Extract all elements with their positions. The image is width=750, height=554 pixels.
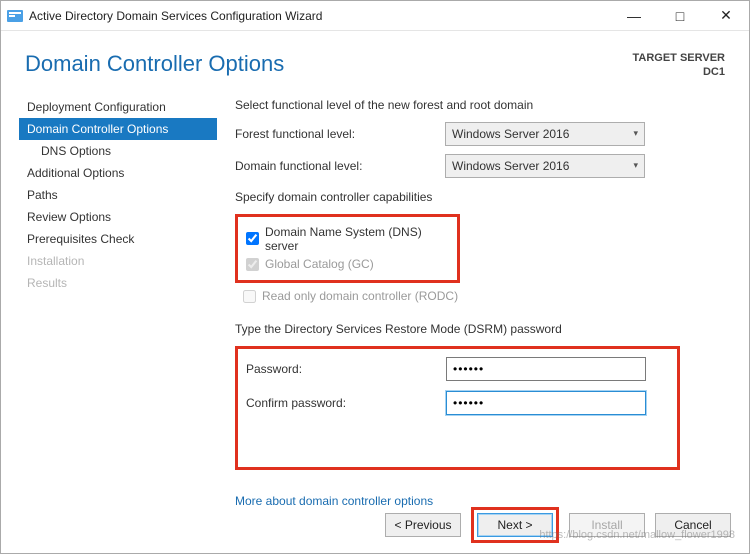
password-row: Password:: [246, 357, 665, 381]
app-icon: [7, 8, 23, 24]
minimize-button[interactable]: —: [611, 1, 657, 31]
forest-level-row: Forest functional level: Windows Server …: [235, 122, 725, 146]
confirm-password-row: Confirm password:: [246, 391, 665, 415]
nav-dns-options[interactable]: DNS Options: [19, 140, 217, 162]
wizard-sidebar: Deployment Configuration Domain Controll…: [1, 96, 217, 518]
gc-checkbox: [246, 258, 259, 271]
more-about-link[interactable]: More about domain controller options: [235, 494, 433, 508]
close-button[interactable]: ✕: [703, 1, 749, 31]
forest-level-dropdown[interactable]: Windows Server 2016 ▾: [445, 122, 645, 146]
next-button-highlight: Next >: [471, 507, 559, 543]
dsrm-label: Type the Directory Services Restore Mode…: [235, 322, 725, 336]
forest-level-value: Windows Server 2016: [452, 127, 569, 141]
nav-deployment-configuration[interactable]: Deployment Configuration: [19, 96, 217, 118]
nav-prerequisites-check[interactable]: Prerequisites Check: [19, 228, 217, 250]
wizard-footer: < Previous Next > Install Cancel: [385, 507, 731, 543]
nav-additional-options[interactable]: Additional Options: [19, 162, 217, 184]
rodc-checkbox-row: Read only domain controller (RODC): [235, 287, 725, 306]
target-server-name: DC1: [633, 65, 726, 79]
window-controls: — □ ✕: [611, 1, 749, 31]
maximize-button[interactable]: □: [657, 1, 703, 31]
capabilities-highlight: Domain Name System (DNS) server Global C…: [235, 214, 460, 283]
dns-checkbox-label: Domain Name System (DNS) server: [265, 225, 447, 253]
chevron-down-icon: ▾: [633, 128, 638, 139]
next-button[interactable]: Next >: [477, 513, 553, 537]
domain-level-dropdown[interactable]: Windows Server 2016 ▾: [445, 154, 645, 178]
confirm-password-label: Confirm password:: [246, 396, 446, 410]
target-server-block: TARGET SERVER DC1: [633, 51, 726, 80]
title-bar: Active Directory Domain Services Configu…: [1, 1, 749, 31]
nav-installation: Installation: [19, 250, 217, 272]
rodc-checkbox: [243, 290, 256, 303]
target-server-label: TARGET SERVER: [633, 51, 726, 65]
main-area: Deployment Configuration Domain Controll…: [1, 88, 749, 518]
password-label: Password:: [246, 362, 446, 376]
dsrm-highlight: Password: Confirm password:: [235, 346, 680, 470]
content-pane: Select functional level of the new fores…: [217, 96, 749, 518]
confirm-password-field[interactable]: [446, 391, 646, 415]
dns-checkbox-row: Domain Name System (DNS) server: [242, 225, 447, 253]
gc-checkbox-label: Global Catalog (GC): [265, 257, 374, 271]
page-title: Domain Controller Options: [25, 51, 284, 77]
domain-level-label: Domain functional level:: [235, 159, 445, 173]
dns-checkbox[interactable]: [246, 232, 259, 245]
rodc-checkbox-label: Read only domain controller (RODC): [262, 289, 458, 303]
chevron-down-icon: ▾: [633, 160, 638, 171]
capabilities-label: Specify domain controller capabilities: [235, 190, 725, 204]
functional-level-intro: Select functional level of the new fores…: [235, 98, 725, 112]
domain-level-value: Windows Server 2016: [452, 159, 569, 173]
password-field[interactable]: [446, 357, 646, 381]
cancel-button[interactable]: Cancel: [655, 513, 731, 537]
nav-paths[interactable]: Paths: [19, 184, 217, 206]
nav-domain-controller-options[interactable]: Domain Controller Options: [19, 118, 217, 140]
previous-button[interactable]: < Previous: [385, 513, 461, 537]
page-header: Domain Controller Options TARGET SERVER …: [1, 31, 749, 88]
install-button: Install: [569, 513, 645, 537]
gc-checkbox-row: Global Catalog (GC): [242, 255, 447, 274]
nav-review-options[interactable]: Review Options: [19, 206, 217, 228]
domain-level-row: Domain functional level: Windows Server …: [235, 154, 725, 178]
forest-level-label: Forest functional level:: [235, 127, 445, 141]
nav-results: Results: [19, 272, 217, 294]
window-title: Active Directory Domain Services Configu…: [29, 9, 322, 23]
